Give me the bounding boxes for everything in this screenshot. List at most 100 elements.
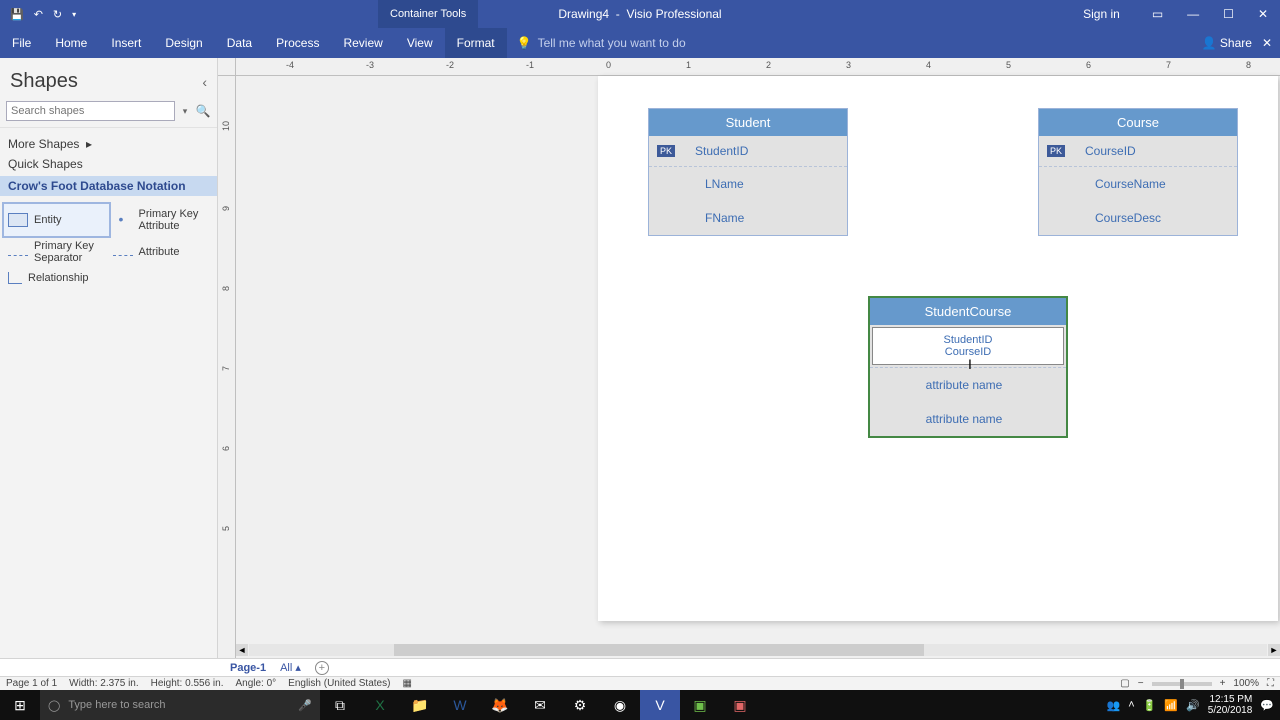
firefox-icon[interactable]: 🦊: [480, 690, 520, 720]
tab-home[interactable]: Home: [43, 28, 99, 58]
volume-icon[interactable]: 🔊: [1186, 699, 1200, 712]
canvas[interactable]: -4-3-2-1012345678 1098765 Student PK Stu…: [218, 58, 1280, 658]
status-height: Height: 0.556 in.: [151, 678, 224, 689]
entity-course-attr-name[interactable]: CourseName: [1039, 167, 1237, 201]
shape-attribute[interactable]: Attribute: [109, 236, 214, 268]
minimize-icon[interactable]: —: [1175, 7, 1211, 21]
shape-relationship[interactable]: Relationship: [4, 268, 109, 288]
taskbar: ⊞ ◯ Type here to search 🎤 ⧉ X 📁 W 🦊 ✉ ⚙ …: [0, 690, 1280, 720]
tell-me[interactable]: 💡 Tell me what you want to do: [517, 36, 686, 50]
scroll-track[interactable]: [249, 644, 1267, 656]
entity-studentcourse[interactable]: StudentCourse StudentID CourseID attribu…: [868, 296, 1068, 438]
collapse-shapes-icon[interactable]: ‹: [202, 74, 207, 90]
tab-view[interactable]: View: [395, 28, 445, 58]
qat-customize-icon[interactable]: ▾: [72, 10, 76, 19]
shape-pk-separator[interactable]: Primary Key Separator: [4, 236, 109, 268]
word-icon[interactable]: W: [440, 690, 480, 720]
entity-sc-attr1[interactable]: attribute name: [870, 368, 1066, 402]
tab-process[interactable]: Process: [264, 28, 331, 58]
quick-access-toolbar: 💾 ↶ ↻ ▾: [0, 8, 76, 21]
zoom-out-icon[interactable]: −: [1138, 678, 1144, 689]
entity-sc-pk-edit[interactable]: StudentID CourseID: [872, 327, 1064, 365]
taskbar-search[interactable]: ◯ Type here to search 🎤: [40, 690, 320, 720]
search-input[interactable]: [6, 101, 175, 121]
tray-up-icon[interactable]: ˄: [1128, 699, 1134, 711]
tab-format[interactable]: Format: [445, 28, 507, 58]
undo-icon[interactable]: ↶: [34, 8, 43, 21]
zoom-in-icon[interactable]: +: [1220, 678, 1226, 689]
entity-sc-header[interactable]: StudentCourse: [870, 298, 1066, 325]
scroll-left-icon[interactable]: ◄: [236, 644, 248, 656]
save-icon[interactable]: 💾: [10, 8, 24, 21]
fit-page-icon[interactable]: ⛶: [1267, 678, 1274, 689]
tab-file[interactable]: File: [0, 28, 43, 58]
entity-course-pk-field[interactable]: CourseID: [1085, 144, 1136, 158]
taskbar-search-label: Type here to search: [68, 699, 165, 711]
context-tab-container-tools[interactable]: Container Tools: [378, 0, 478, 28]
scroll-right-icon[interactable]: ►: [1268, 644, 1280, 656]
redo-icon[interactable]: ↻: [53, 8, 62, 21]
zoom-level[interactable]: 100%: [1233, 678, 1259, 689]
page-tab-1[interactable]: Page-1: [230, 662, 266, 674]
tab-insert[interactable]: Insert: [99, 28, 153, 58]
start-button[interactable]: ⊞: [0, 697, 40, 714]
entity-student-header[interactable]: Student: [649, 109, 847, 136]
visio-icon[interactable]: V: [640, 690, 680, 720]
presentation-icon[interactable]: ▢: [1120, 678, 1129, 689]
close-icon[interactable]: ✕: [1246, 7, 1280, 21]
entity-course-pkrow[interactable]: PK CourseID: [1039, 136, 1237, 167]
entity-student-pk-field[interactable]: StudentID: [695, 144, 748, 158]
share-button[interactable]: 👤 Share: [1202, 36, 1252, 50]
search-icon[interactable]: 🔍: [195, 104, 211, 118]
macro-icon[interactable]: ▦: [402, 678, 411, 689]
ribbon-options-icon[interactable]: ▭: [1140, 7, 1175, 21]
zoom-slider[interactable]: [1152, 682, 1212, 686]
add-page-button[interactable]: +: [315, 661, 329, 675]
search-dropdown-icon[interactable]: ▾: [179, 106, 191, 117]
clock[interactable]: 12:15 PM5/20/2018: [1208, 694, 1253, 716]
shape-entity[interactable]: Entity: [4, 204, 109, 236]
people-icon[interactable]: 👥: [1107, 699, 1121, 712]
battery-icon[interactable]: 🔋: [1143, 699, 1157, 712]
explorer-icon[interactable]: 📁: [400, 690, 440, 720]
cortana-icon: ◯: [48, 699, 60, 712]
ruler-corner: [218, 58, 236, 76]
tab-review[interactable]: Review: [331, 28, 394, 58]
stencil-crows-foot[interactable]: Crow's Foot Database Notation: [0, 176, 217, 196]
taskview-icon[interactable]: ⧉: [320, 690, 360, 720]
recorder-icon[interactable]: ▣: [720, 690, 760, 720]
entity-course-header[interactable]: Course: [1039, 109, 1237, 136]
entity-student[interactable]: Student PK StudentID LName FName: [648, 108, 848, 236]
excel-icon[interactable]: X: [360, 690, 400, 720]
tell-me-label: Tell me what you want to do: [538, 36, 686, 50]
shape-masters: Entity Primary Key Attribute Primary Key…: [0, 196, 217, 296]
wifi-icon[interactable]: 📶: [1164, 699, 1178, 712]
entity-course-attr-desc[interactable]: CourseDesc: [1039, 201, 1237, 235]
entity-student-pkrow[interactable]: PK StudentID: [649, 136, 847, 167]
collapse-ribbon-icon[interactable]: ✕: [1262, 36, 1272, 50]
maximize-icon[interactable]: ☐: [1211, 7, 1246, 21]
shapes-title-row: Shapes ‹: [0, 58, 217, 101]
quick-shapes-link[interactable]: Quick Shapes: [8, 154, 209, 174]
tab-design[interactable]: Design: [153, 28, 214, 58]
entity-sc-line2[interactable]: CourseID: [879, 346, 1057, 358]
signin-link[interactable]: Sign in: [1071, 7, 1132, 21]
tab-data[interactable]: Data: [215, 28, 264, 58]
entity-student-attr-lname[interactable]: LName: [649, 167, 847, 201]
entity-sc-line1[interactable]: StudentID: [879, 334, 1057, 346]
status-lang[interactable]: English (United States): [288, 678, 390, 689]
chrome-icon[interactable]: ◉: [600, 690, 640, 720]
page-tab-all[interactable]: All ▴: [280, 661, 301, 674]
shape-pk-attribute[interactable]: Primary Key Attribute: [109, 204, 214, 236]
entity-course[interactable]: Course PK CourseID CourseName CourseDesc: [1038, 108, 1238, 236]
more-shapes-link[interactable]: More Shapes ▸: [8, 134, 209, 154]
mic-icon[interactable]: 🎤: [298, 699, 312, 712]
mail-icon[interactable]: ✉: [520, 690, 560, 720]
notifications-icon[interactable]: 💬: [1260, 699, 1274, 712]
entity-student-attr-fname[interactable]: FName: [649, 201, 847, 235]
camtasia-icon[interactable]: ▣: [680, 690, 720, 720]
settings-icon[interactable]: ⚙: [560, 690, 600, 720]
entity-sc-attr2[interactable]: attribute name: [870, 402, 1066, 436]
scrollbar-horizontal[interactable]: ◄ ►: [236, 642, 1280, 658]
scroll-thumb[interactable]: [394, 644, 924, 656]
